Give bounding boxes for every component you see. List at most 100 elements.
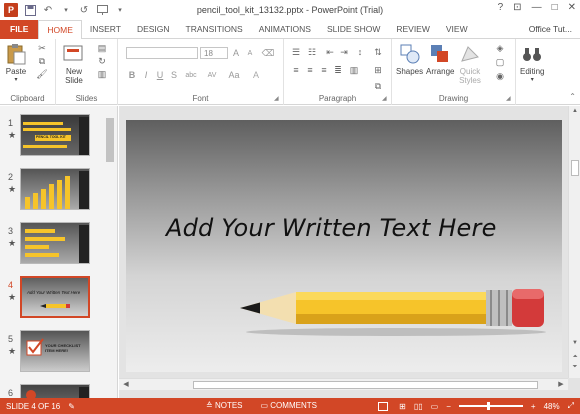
char-spacing-button[interactable]: AV xyxy=(204,69,220,81)
copy-icon[interactable]: ⧉ xyxy=(36,56,48,66)
section-icon[interactable]: ▥ xyxy=(96,69,108,79)
paste-button[interactable]: Paste ▾ xyxy=(4,43,28,83)
increase-indent-icon[interactable]: ⇥ xyxy=(338,47,350,57)
slide-thumbnail-5[interactable]: 5 ★ YOUR CHECKLIST ITEM HERE! xyxy=(0,326,104,374)
italic-button[interactable]: I xyxy=(140,69,152,81)
increase-font-button[interactable]: A xyxy=(230,47,242,59)
decrease-indent-icon[interactable]: ⇤ xyxy=(324,47,336,57)
zoom-slider[interactable] xyxy=(458,402,523,410)
slide-thumbnail-2[interactable]: 2 ★ xyxy=(0,164,104,212)
arrange-button[interactable]: Arrange xyxy=(426,43,454,76)
tab-home[interactable]: HOME xyxy=(38,19,82,40)
dialog-launcher-icon[interactable]: ◢ xyxy=(382,95,389,102)
editing-button[interactable]: Editing ▾ xyxy=(520,43,544,83)
dialog-launcher-icon[interactable]: ◢ xyxy=(506,95,513,102)
font-size-combo[interactable]: 18 xyxy=(200,47,228,59)
slide-thumbnail-4[interactable]: 4 ★ Add Your Written Text Here xyxy=(0,272,104,320)
line-spacing-icon[interactable]: ↕ xyxy=(354,47,366,57)
arrange-label: Arrange xyxy=(426,67,455,76)
cut-icon[interactable]: ✂ xyxy=(36,43,48,53)
change-case-button[interactable]: Aa xyxy=(226,69,242,81)
vertical-scrollbar[interactable]: ▲ ▼ ⏶ ⏷ xyxy=(568,106,580,378)
close-icon[interactable]: ✕ xyxy=(568,2,576,13)
next-slide-icon[interactable]: ⏷ xyxy=(571,364,579,372)
scroll-up-icon[interactable]: ▲ xyxy=(571,108,579,116)
underline-button[interactable]: U xyxy=(154,69,166,81)
layout-icon[interactable]: ▤ xyxy=(96,43,108,53)
slide-thumbnail-6[interactable]: 6 ★ xyxy=(0,380,104,398)
slide-thumbnail-3[interactable]: 3 ★ xyxy=(0,218,104,266)
scrollbar-thumb[interactable] xyxy=(106,118,114,162)
collapse-ribbon-icon[interactable]: ⌃ xyxy=(569,92,576,101)
shape-outline-icon[interactable]: ▢ xyxy=(494,57,506,67)
slide-thumbnail-1[interactable]: 1 ★ PENCIL TOOL KIT xyxy=(0,110,104,158)
maximize-icon[interactable]: □ xyxy=(552,2,558,13)
ribbon-display-icon[interactable]: ⊡ xyxy=(513,2,521,13)
chevron-down-icon[interactable]: ▾ xyxy=(60,4,72,16)
previous-slide-icon[interactable]: ⏶ xyxy=(571,354,579,362)
columns-icon[interactable]: ▥ xyxy=(348,65,360,75)
font-color-button[interactable]: A xyxy=(250,69,262,81)
help-icon[interactable]: ? xyxy=(498,2,504,13)
tab-insert[interactable]: INSERT xyxy=(82,20,129,39)
numbering-icon[interactable]: ☷ xyxy=(306,47,318,57)
new-slide-button[interactable]: New Slide xyxy=(62,43,86,85)
redo-icon[interactable]: ↺ xyxy=(78,4,90,16)
bullets-icon[interactable]: ☰ xyxy=(290,47,302,57)
scroll-left-icon[interactable]: ◀ xyxy=(121,380,131,390)
shapes-button[interactable]: Shapes xyxy=(396,43,423,76)
slide-sorter-icon[interactable]: ⊞ xyxy=(399,402,406,411)
align-center-icon[interactable]: ≡ xyxy=(304,65,316,75)
scrollbar-thumb[interactable] xyxy=(571,160,579,176)
dialog-launcher-icon[interactable]: ◢ xyxy=(274,95,281,102)
zoom-out-button[interactable]: − xyxy=(446,402,451,411)
spell-check-icon[interactable]: ✎ xyxy=(68,402,75,411)
thumbnail-scrollbar[interactable] xyxy=(105,106,115,398)
justify-icon[interactable]: ≣ xyxy=(332,65,344,75)
customize-toolbar-icon[interactable]: ▾ xyxy=(114,4,126,16)
align-right-icon[interactable]: ≡ xyxy=(318,65,330,75)
zoom-slider-knob[interactable] xyxy=(486,402,490,410)
notes-button[interactable]: ≙ NOTES xyxy=(206,401,243,410)
reset-icon[interactable]: ↻ xyxy=(96,56,108,66)
zoom-in-button[interactable]: + xyxy=(531,402,536,411)
decrease-font-button[interactable]: A xyxy=(244,47,256,59)
scroll-right-icon[interactable]: ▶ xyxy=(556,380,566,390)
fit-to-window-icon[interactable]: ⤢ xyxy=(568,401,574,411)
tab-review[interactable]: REVIEW xyxy=(388,20,438,39)
shape-fill-icon[interactable]: ◈ xyxy=(494,43,506,53)
save-icon[interactable] xyxy=(24,4,36,16)
strikethrough-button[interactable]: abc xyxy=(182,69,200,81)
tab-view[interactable]: VIEW xyxy=(438,20,476,39)
account-name[interactable]: Office Tut... xyxy=(521,20,580,39)
font-name-combo[interactable] xyxy=(126,47,198,59)
shadow-button[interactable]: S xyxy=(168,69,180,81)
tab-file[interactable]: FILE xyxy=(0,19,39,39)
slide-title-text[interactable]: Add Your Written Text Here xyxy=(166,214,546,242)
undo-icon[interactable]: ↶ xyxy=(42,4,54,16)
minimize-icon[interactable]: — xyxy=(532,2,542,13)
slide-canvas[interactable]: Add Your Written Text Here xyxy=(126,120,562,372)
quick-styles-button[interactable]: Quick Styles xyxy=(458,43,482,85)
comments-button[interactable]: ▭ COMMENTS xyxy=(261,401,317,410)
align-left-icon[interactable]: ≡ xyxy=(290,65,302,75)
align-text-icon[interactable]: ⊞ xyxy=(372,65,384,75)
tab-transitions[interactable]: TRANSITIONS xyxy=(178,20,251,39)
smartart-icon[interactable]: ⧉ xyxy=(372,81,384,91)
tab-design[interactable]: DESIGN xyxy=(129,20,178,39)
start-slideshow-icon[interactable] xyxy=(96,4,108,16)
text-direction-icon[interactable]: ⇅ xyxy=(372,47,384,57)
zoom-level[interactable]: 48% xyxy=(544,402,560,411)
shape-effects-icon[interactable]: ◉ xyxy=(494,71,506,81)
slideshow-view-icon[interactable]: ▭ xyxy=(431,402,439,411)
normal-view-icon[interactable] xyxy=(378,401,389,411)
reading-view-icon[interactable]: ▯▯ xyxy=(414,402,423,411)
clear-formatting-icon[interactable]: ⌫ xyxy=(262,47,275,59)
scroll-down-icon[interactable]: ▼ xyxy=(571,340,579,348)
horizontal-scrollbar[interactable]: ◀ ▶ xyxy=(119,378,568,390)
format-painter-icon[interactable]: 🖌 xyxy=(36,69,48,79)
tab-animations[interactable]: ANIMATIONS xyxy=(251,20,319,39)
bold-button[interactable]: B xyxy=(126,69,138,81)
scrollbar-thumb[interactable] xyxy=(193,381,538,389)
tab-slide-show[interactable]: SLIDE SHOW xyxy=(319,20,388,39)
